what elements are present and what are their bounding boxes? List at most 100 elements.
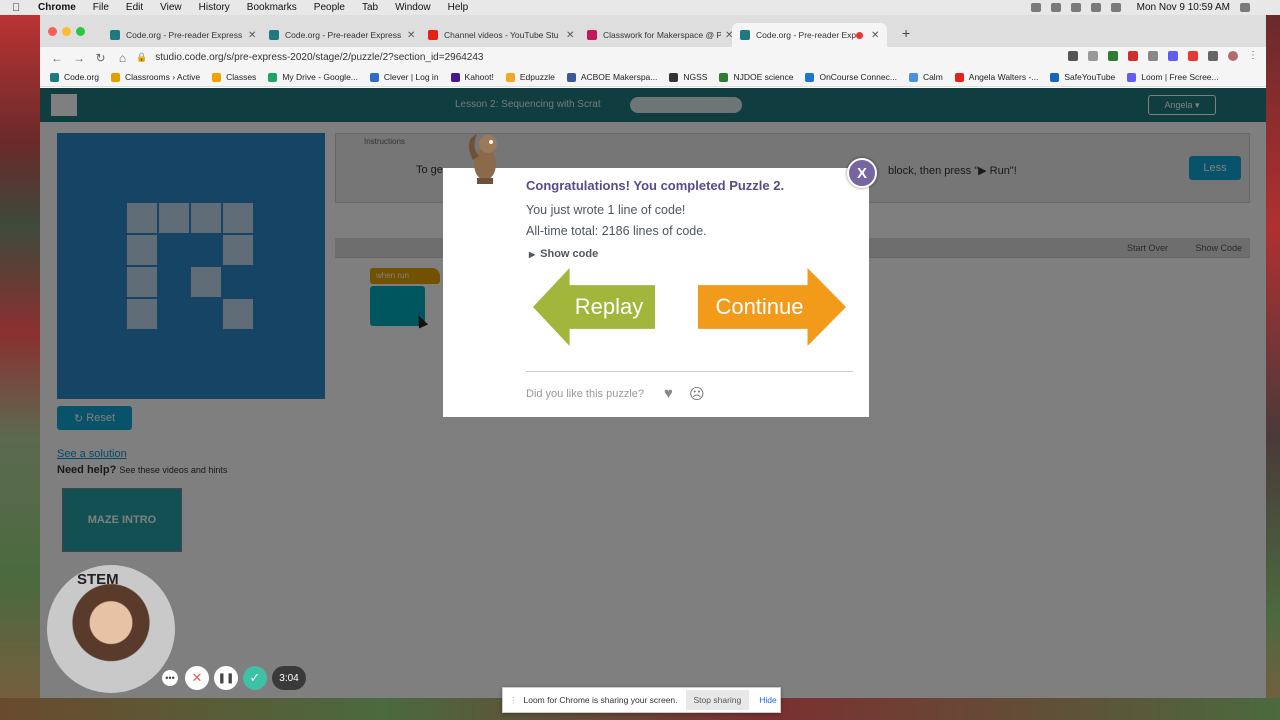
extension-icon[interactable]: [1050, 3, 1061, 12]
bookmark-item[interactable]: OnCourse Connec...: [805, 72, 897, 82]
menu-help[interactable]: Help: [448, 2, 469, 13]
extension-icon[interactable]: [1148, 51, 1158, 61]
heart-icon[interactable]: ♥: [664, 385, 673, 402]
tab-close-icon[interactable]: ✕: [566, 30, 574, 41]
macos-menubar:  Chrome File Edit View History Bookmark…: [0, 0, 1280, 15]
extension-icon[interactable]: [1188, 51, 1198, 61]
loom-more-options-icon[interactable]: •••: [162, 670, 178, 686]
extension-icon[interactable]: [1128, 51, 1138, 61]
close-label: X: [856, 164, 867, 182]
menu-window[interactable]: Window: [395, 2, 431, 13]
lock-icon[interactable]: 🔒: [136, 52, 147, 63]
browser-toolbar: ← → ↻ ⌂ 🔒 studio.code.org/s/pre-express-…: [40, 47, 1266, 68]
window-minimize-icon[interactable]: [62, 27, 71, 36]
status-area: Mon Nov 9 10:59 AM: [1030, 0, 1250, 15]
more-menu-icon[interactable]: ⋮: [1248, 51, 1258, 61]
bookmark-item[interactable]: Kahoot!: [450, 72, 494, 82]
bookmark-item[interactable]: Code.org: [50, 72, 99, 82]
menu-people[interactable]: People: [314, 2, 345, 13]
menu-edit[interactable]: Edit: [126, 2, 143, 13]
bookmark-item[interactable]: Calm: [908, 72, 943, 82]
browser-tab[interactable]: Code.org - Pre-reader Express ✕: [261, 23, 423, 47]
microphone-icon[interactable]: [1030, 3, 1041, 12]
codeorg-favicon-icon: [740, 30, 750, 40]
browser-window: Code.org - Pre-reader Express ✕ Code.org…: [40, 15, 1266, 698]
menu-view[interactable]: View: [160, 2, 182, 13]
bookmark-favicon-icon: [212, 72, 222, 82]
menu-app-name[interactable]: Chrome: [38, 2, 76, 13]
bookmark-favicon-icon: [954, 72, 964, 82]
replay-label: Replay: [574, 294, 644, 319]
close-dialog-button[interactable]: X: [847, 158, 877, 188]
bookmark-star-icon[interactable]: [1088, 51, 1098, 61]
loom-cancel-recording-icon[interactable]: ✕: [185, 666, 209, 690]
dialog-divider: [526, 371, 853, 372]
show-code-toggle[interactable]: ▶ Show code: [529, 248, 598, 260]
bookmark-favicon-icon: [908, 72, 918, 82]
bookmark-item[interactable]: Angela Walters -...: [954, 72, 1038, 82]
puzzle-complete-dialog: X Congratulations! You completed Puzzle …: [443, 134, 877, 417]
bookmarks-bar: Code.org Classrooms › Active Classes My …: [40, 68, 1266, 87]
tab-title: Code.org - Pre-reader Express: [285, 30, 402, 40]
hide-notification-button[interactable]: Hide: [759, 695, 776, 705]
codeorg-favicon-icon: [110, 30, 120, 40]
menu-bookmarks[interactable]: Bookmarks: [247, 2, 297, 13]
browser-tab[interactable]: Channel videos - YouTube Stu ✕: [420, 23, 582, 47]
triangle-right-icon: ▶: [529, 250, 536, 259]
stop-sharing-button[interactable]: Stop sharing: [685, 690, 750, 710]
bookmark-item[interactable]: Classrooms › Active: [110, 72, 200, 82]
bookmark-item[interactable]: Classes: [212, 72, 256, 82]
browser-tab[interactable]: Classwork for Makerspace @ P ✕: [579, 23, 741, 47]
address-bar[interactable]: 🔒 studio.code.org/s/pre-express-2020/sta…: [136, 49, 1026, 66]
window-close-icon[interactable]: [48, 27, 57, 36]
bookmark-favicon-icon: [505, 72, 515, 82]
home-icon[interactable]: ⌂: [117, 51, 128, 65]
extension-icon[interactable]: [1108, 51, 1118, 61]
camera-extension-icon[interactable]: [1068, 51, 1078, 61]
window-maximize-icon[interactable]: [76, 27, 85, 36]
continue-label: Continue: [715, 294, 804, 319]
bookmark-label: Edpuzzle: [519, 72, 555, 82]
bookmark-item[interactable]: My Drive - Google...: [268, 72, 358, 82]
bookmark-item[interactable]: SafeYouTube: [1050, 72, 1115, 82]
wifi-icon[interactable]: [1070, 3, 1081, 12]
loom-finish-recording-icon[interactable]: ✓: [243, 666, 267, 690]
bookmark-label: Kahoot!: [464, 72, 494, 82]
continue-button[interactable]: Continue: [698, 268, 846, 346]
url-text[interactable]: studio.code.org/s/pre-express-2020/stage…: [155, 52, 483, 63]
battery-icon[interactable]: [1110, 3, 1121, 12]
menu-history[interactable]: History: [199, 2, 230, 13]
tab-close-icon[interactable]: ✕: [871, 30, 879, 41]
puzzle-extensions-icon[interactable]: [1208, 51, 1218, 61]
loom-webcam-bubble[interactable]: STEM: [47, 565, 175, 693]
new-tab-icon[interactable]: +: [902, 25, 910, 41]
replay-button[interactable]: Replay: [533, 268, 655, 346]
tab-title: Code.org - Pre-reader Exp: [756, 30, 856, 40]
tab-close-icon[interactable]: ✕: [407, 30, 415, 41]
browser-tab[interactable]: Code.org - Pre-reader Express ✕: [102, 23, 264, 47]
bookmark-item[interactable]: Edpuzzle: [505, 72, 555, 82]
profile-avatar-icon[interactable]: [1228, 51, 1238, 61]
forward-arrow-icon[interactable]: →: [73, 51, 85, 65]
bookmark-item[interactable]: Loom | Free Scree...: [1127, 72, 1219, 82]
drag-handle-icon[interactable]: ⋮: [509, 695, 518, 706]
volume-icon[interactable]: [1090, 3, 1101, 12]
loom-extension-icon[interactable]: [1168, 51, 1178, 61]
bookmark-item[interactable]: NJDOE science: [719, 72, 793, 82]
menu-tab[interactable]: Tab: [362, 2, 378, 13]
browser-tab-active[interactable]: Code.org - Pre-reader Exp ✕: [732, 23, 888, 47]
bookmark-favicon-icon: [450, 72, 460, 82]
tab-close-icon[interactable]: ✕: [248, 30, 256, 41]
back-arrow-icon[interactable]: ←: [51, 51, 63, 65]
feedback-prompt: Did you like this puzzle?: [526, 388, 645, 400]
loom-pause-icon[interactable]: ❚❚: [214, 666, 238, 690]
apple-icon[interactable]: : [12, 2, 24, 14]
reload-icon[interactable]: ↻: [95, 51, 106, 65]
frown-icon[interactable]: ☹: [689, 385, 705, 403]
menu-file[interactable]: File: [93, 2, 109, 13]
bookmark-item[interactable]: Clever | Log in: [369, 72, 439, 82]
bookmark-item[interactable]: NGSS: [669, 72, 707, 82]
spotlight-search-icon[interactable]: [1240, 3, 1250, 12]
bookmark-item[interactable]: ACBOE Makerspa...: [566, 72, 657, 82]
menubar-clock[interactable]: Mon Nov 9 10:59 AM: [1137, 2, 1230, 13]
